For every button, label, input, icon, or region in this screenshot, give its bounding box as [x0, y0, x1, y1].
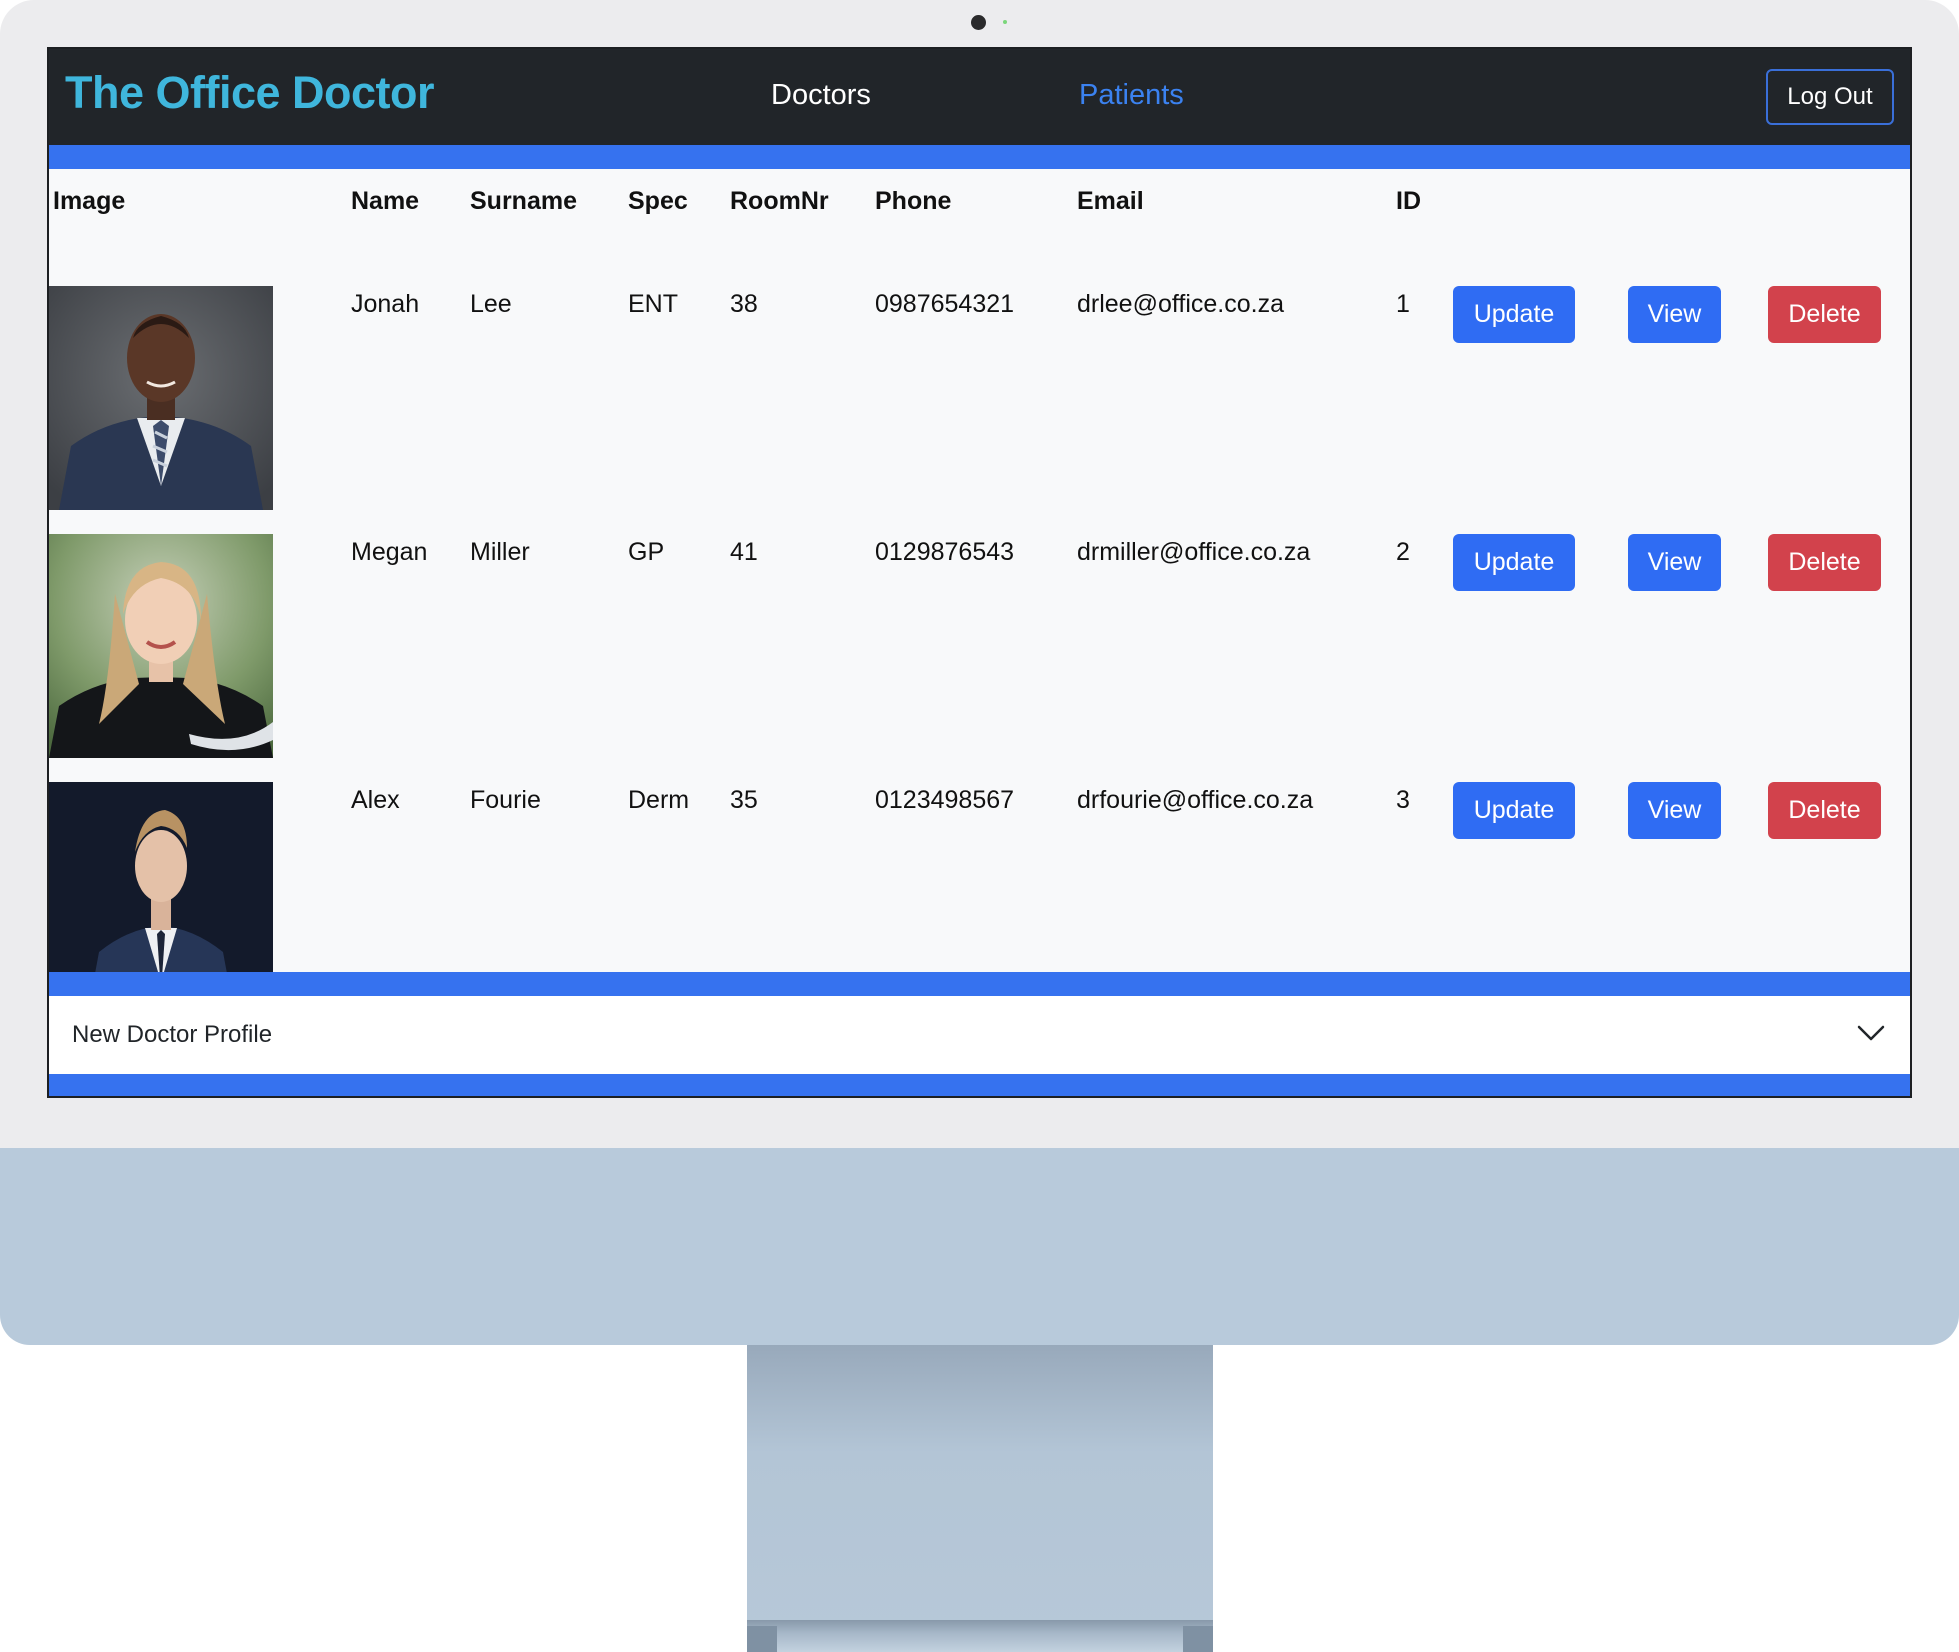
doctor-spec: Derm [628, 786, 690, 814]
nav-link-doctors[interactable]: Doctors [771, 77, 871, 115]
column-header-email: Email [1077, 187, 1144, 215]
doctor-phone: 0123498567 [875, 786, 1015, 814]
logout-button[interactable]: Log Out [1766, 69, 1894, 125]
brand-title[interactable]: The Office Doctor [65, 65, 435, 121]
camera-indicator-light [1003, 20, 1007, 24]
table-row: Jonah Lee ENT 38 0987654321 drlee@office… [49, 286, 1910, 534]
imac-chin [0, 1148, 1959, 1345]
doctor-phone: 0987654321 [875, 290, 1015, 318]
view-button[interactable]: View [1628, 782, 1721, 839]
column-header-name: Name [351, 187, 420, 215]
column-header-phone: Phone [875, 187, 952, 215]
app-screen: The Office Doctor Doctors Patients Log O… [47, 47, 1912, 1098]
doctor-spec: GP [628, 538, 665, 566]
column-header-id: ID [1396, 187, 1421, 215]
doctor-phone: 0129876543 [875, 538, 1015, 566]
new-doctor-accordion[interactable]: New Doctor Profile [49, 996, 1910, 1074]
chevron-down-icon[interactable] [1857, 1023, 1885, 1043]
navbar: The Office Doctor Doctors Patients Log O… [49, 49, 1910, 145]
column-header-spec: Spec [628, 187, 688, 215]
column-header-image: Image [53, 187, 126, 215]
nav-link-patients[interactable]: Patients [1079, 77, 1184, 115]
column-header-roomnr: RoomNr [730, 187, 829, 215]
doctor-name: Megan [351, 538, 428, 566]
divider-bar [49, 1074, 1910, 1096]
doctor-surname: Fourie [470, 786, 541, 814]
delete-button[interactable]: Delete [1768, 782, 1881, 839]
divider-bar [49, 972, 1910, 996]
doctor-room: 38 [730, 290, 758, 318]
doctors-table: Image Name Surname Spec RoomNr Phone Ema… [49, 169, 1910, 1006]
doctor-name: Jonah [351, 290, 420, 318]
imac-mockup: The Office Doctor Doctors Patients Log O… [0, 0, 1959, 1652]
column-header-surname: Surname [470, 187, 577, 215]
doctor-spec: ENT [628, 290, 678, 318]
accordion-label: New Doctor Profile [72, 1021, 273, 1048]
camera-icon [971, 15, 986, 30]
view-button[interactable]: View [1628, 286, 1721, 343]
doctor-name: Alex [351, 786, 400, 814]
doctor-email: drlee@office.co.za [1077, 290, 1284, 318]
doctor-id: 1 [1396, 290, 1410, 318]
delete-button[interactable]: Delete [1768, 534, 1881, 591]
view-button[interactable]: View [1628, 534, 1721, 591]
doctor-surname: Lee [470, 290, 512, 318]
update-button[interactable]: Update [1453, 534, 1575, 591]
doctor-email: drmiller@office.co.za [1077, 538, 1311, 566]
doctor-id: 2 [1396, 538, 1410, 566]
doctor-surname: Miller [470, 538, 530, 566]
doctor-photo [49, 286, 273, 510]
imac-stand-foot [747, 1620, 1213, 1652]
doctor-room: 35 [730, 786, 758, 814]
doctor-photo [49, 534, 273, 758]
imac-stand [747, 1345, 1213, 1652]
table-row: Megan Miller GP 41 0129876543 drmiller@o… [49, 534, 1910, 782]
doctor-id: 3 [1396, 786, 1410, 814]
update-button[interactable]: Update [1453, 286, 1575, 343]
doctor-email: drfourie@office.co.za [1077, 786, 1314, 814]
doctor-room: 41 [730, 538, 758, 566]
divider-bar [49, 145, 1910, 169]
update-button[interactable]: Update [1453, 782, 1575, 839]
delete-button[interactable]: Delete [1768, 286, 1881, 343]
